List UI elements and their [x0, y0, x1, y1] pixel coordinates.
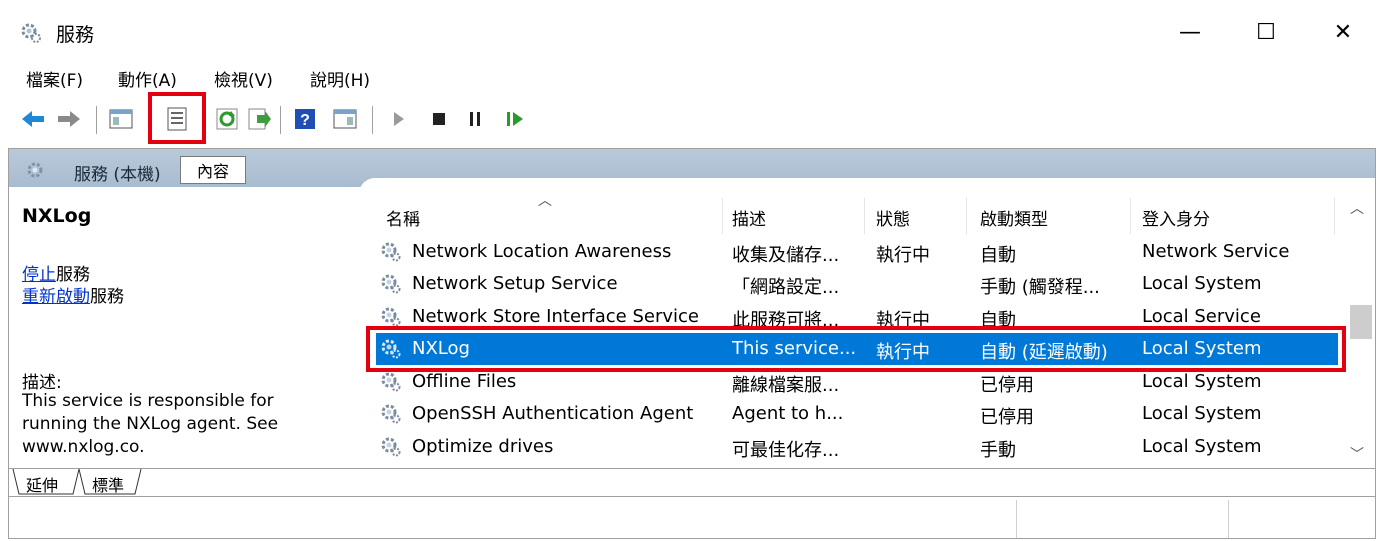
service-gear-icon: [381, 242, 401, 262]
row-description-cell: 離線檔案服...: [732, 375, 840, 396]
restart-suffix: 服務: [90, 287, 124, 307]
toolbar-separator: [280, 106, 281, 134]
description-text: This service is responsible for running …: [22, 391, 279, 457]
column-header-row: 名稱 描述 狀態 啟動類型 登入身分: [370, 190, 1350, 234]
nxlog-highlight-box: [366, 326, 1346, 372]
maximize-icon: ☐: [1256, 19, 1276, 45]
row-logon-cell: Local System: [1142, 273, 1262, 294]
table-row[interactable]: OpenSSH Authentication Agent Agent to h..…: [376, 398, 1338, 430]
table-row[interactable]: Optimize drives 可最佳化存... 手動 Local System: [376, 431, 1338, 463]
service-gear-icon: [381, 372, 401, 392]
menu-help[interactable]: 說明(H): [310, 66, 370, 91]
restart-service-link[interactable]: 重新啟動: [22, 287, 90, 307]
row-status-cell: 執行中: [876, 245, 930, 266]
row-logon-cell: Local System: [1142, 403, 1262, 424]
close-button[interactable]: ✕: [1305, 0, 1381, 64]
column-logon-header[interactable]: 登入身分: [1142, 205, 1210, 230]
menu-view[interactable]: 檢視(V): [214, 66, 273, 91]
column-status-header[interactable]: 狀態: [876, 205, 910, 230]
maximize-button[interactable]: ☐: [1228, 0, 1304, 64]
restart-action: 重新啟動服務: [22, 282, 124, 307]
column-divider[interactable]: [864, 198, 865, 234]
table-row[interactable]: Network Location Awareness 收集及儲存... 執行中 自動 N…: [376, 236, 1338, 268]
menu-file[interactable]: 檔案(F): [26, 66, 83, 91]
row-description-cell: 「網路設定...: [732, 277, 840, 298]
row-logon-cell: Local System: [1142, 371, 1262, 392]
toolbar-separator: [96, 106, 97, 134]
export-list-icon[interactable]: [244, 104, 274, 134]
svg-text:?: ?: [300, 112, 310, 129]
scope-title: 服務 (本機): [74, 165, 161, 185]
properties-tooltip: 內容: [180, 156, 246, 184]
service-gear-icon: [381, 404, 401, 424]
row-logon-cell: Local System: [1142, 436, 1262, 457]
refresh-icon[interactable]: [212, 104, 242, 134]
selected-service-name: NXLog: [22, 205, 92, 227]
row-startup-type-cell: 手動 (觸發程...: [980, 277, 1100, 298]
services-gear-icon: [27, 162, 43, 178]
row-startup-type-cell: 自動: [980, 245, 1016, 266]
row-description-cell: 收集及儲存...: [732, 245, 840, 266]
view-tab-strip: [9, 468, 1375, 496]
scroll-up-icon[interactable]: ︿: [1350, 198, 1364, 218]
properties-highlight-box: [148, 92, 206, 144]
scroll-down-icon[interactable]: ﹀: [1350, 444, 1364, 464]
column-startup-type-header[interactable]: 啟動類型: [980, 205, 1048, 230]
toolbar: ?: [0, 96, 1383, 144]
row-logon-cell: Local Service: [1142, 306, 1261, 327]
table-row[interactable]: Network Setup Service 「網路設定... 手動 (觸發程... L…: [376, 268, 1338, 300]
close-icon: ✕: [1333, 19, 1353, 45]
column-name-header[interactable]: 名稱: [386, 205, 420, 230]
row-startup-type-cell: 已停用: [980, 375, 1034, 396]
stop-service-icon[interactable]: [424, 104, 454, 134]
row-logon-cell: Network Service: [1142, 241, 1290, 262]
toolbar-separator: [372, 106, 373, 134]
back-arrow-icon[interactable]: [18, 104, 48, 134]
services-gear-icon: [21, 23, 41, 43]
status-bar: [9, 496, 1375, 538]
row-name-cell: Network Store Interface Service: [412, 306, 700, 327]
column-divider[interactable]: [966, 198, 967, 234]
window-title: 服務: [56, 24, 95, 46]
column-divider[interactable]: [722, 198, 723, 234]
column-divider[interactable]: [1130, 198, 1131, 234]
minimize-icon: —: [1179, 19, 1201, 45]
start-service-icon[interactable]: [384, 104, 414, 134]
row-name-cell: OpenSSH Authentication Agent: [412, 403, 694, 424]
forward-arrow-icon[interactable]: [54, 104, 84, 134]
resume-service-icon[interactable]: [500, 104, 530, 134]
row-description-cell: 可最佳化存...: [732, 440, 840, 461]
row-name-cell: Network Location Awareness: [412, 241, 672, 262]
minimize-button[interactable]: —: [1152, 0, 1228, 64]
column-description-header[interactable]: 描述: [732, 205, 766, 230]
pause-service-icon[interactable]: [460, 104, 490, 134]
status-divider: [1016, 500, 1017, 538]
row-name-cell: Network Setup Service: [412, 273, 618, 294]
row-description-cell: Agent to h...: [732, 403, 844, 424]
service-gear-icon: [381, 307, 401, 327]
menu-action[interactable]: 動作(A): [118, 66, 177, 91]
column-divider[interactable]: [1334, 198, 1335, 234]
menu-bar: 檔案(F) 動作(A) 檢視(V) 說明(H): [0, 64, 1383, 94]
tab-extended[interactable]: 延伸: [26, 472, 58, 496]
service-gear-icon: [381, 437, 401, 457]
row-startup-type-cell: 手動: [980, 440, 1016, 461]
service-gear-icon: [381, 274, 401, 294]
show-hide-action-pane-icon[interactable]: [330, 104, 360, 134]
row-name-cell: Offline Files: [412, 371, 517, 392]
tab-standard[interactable]: 標準: [92, 472, 124, 496]
row-startup-type-cell: 已停用: [980, 407, 1034, 428]
show-hide-console-tree-icon[interactable]: [106, 104, 136, 134]
row-name-cell: Optimize drives: [412, 436, 554, 457]
help-icon[interactable]: ?: [290, 104, 320, 134]
status-divider: [1228, 500, 1229, 538]
scroll-thumb[interactable]: [1350, 305, 1372, 339]
